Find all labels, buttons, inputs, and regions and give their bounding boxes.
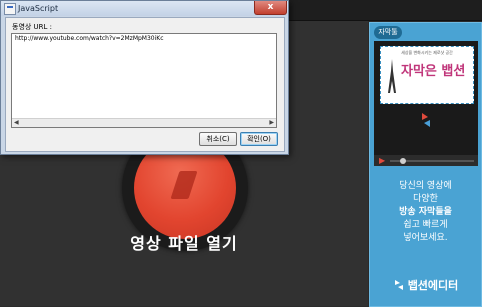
- url-input-value: http://www.youtube.com/watch?v=2MzMpM30i…: [15, 35, 164, 42]
- ad-copy-line: 당신의 영상에: [399, 181, 452, 191]
- vapshion-logo-icon: [422, 113, 430, 127]
- ad-preview-card: 세상을 변화시키는 제로샷 공간 자막은 뱁션: [380, 46, 474, 104]
- url-label: 동영상 URL :: [12, 23, 53, 31]
- window-icon: [4, 3, 16, 15]
- dialog-titlebar[interactable]: JavaScript x: [1, 1, 288, 16]
- open-video-label[interactable]: 영상 파일 열기: [0, 230, 368, 254]
- url-input[interactable]: http://www.youtube.com/watch?v=2MzMpM30i…: [11, 33, 277, 128]
- dialog-title: JavaScript: [18, 4, 59, 13]
- ad-copy-line: 방송 자막들을: [399, 207, 452, 217]
- ad-seek-knob: [400, 158, 406, 164]
- close-button[interactable]: x: [254, 1, 287, 15]
- ad-copy-line: 넣어보세요.: [403, 233, 448, 243]
- ad-banner[interactable]: 자막툴 세상을 변화시키는 제로샷 공간 자막은 뱁션 ▶ 당신의 영상에 다양: [369, 22, 482, 307]
- brand-logo-icon: [394, 280, 403, 290]
- ad-preview-title: 자막은 뱁션: [401, 64, 466, 79]
- horizontal-scrollbar[interactable]: ◀ ▶: [12, 118, 276, 127]
- scroll-left-icon[interactable]: ◀: [14, 119, 19, 127]
- ad-brand-name: 뱁션에디터: [407, 279, 459, 292]
- play-icon: ▶: [379, 156, 386, 165]
- javascript-dialog: JavaScript x 동영상 URL : http://www.youtub…: [0, 0, 289, 155]
- cancel-button[interactable]: 취소(C): [199, 132, 237, 146]
- ad-player-controls: ▶: [374, 155, 478, 166]
- ad-copy: 당신의 영상에 다양한 방송 자막들을 쉽고 빠르게 넣어보세요.: [370, 180, 481, 245]
- ad-panel: 자막툴 세상을 변화시키는 제로샷 공간 자막은 뱁션 ▶ 당신의 영상에 다양: [368, 21, 482, 307]
- ad-preview-caption: 세상을 변화시키는 제로샷 공간: [401, 50, 453, 55]
- ad-copy-line: 쉽고 빠르게: [403, 220, 448, 230]
- ad-copy-line: 다양한: [413, 194, 438, 204]
- ad-badge: 자막툴: [374, 26, 402, 39]
- video-icon: [170, 171, 198, 199]
- ad-video-preview: 세상을 변화시키는 제로샷 공간 자막은 뱁션 ▶: [374, 41, 478, 166]
- ad-brand: 뱁션에디터: [370, 277, 481, 293]
- dialog-body: 동영상 URL : http://www.youtube.com/watch?v…: [5, 17, 285, 152]
- ok-button[interactable]: 확인(O): [240, 132, 278, 146]
- eiffel-tower-icon: [388, 59, 396, 93]
- scroll-right-icon[interactable]: ▶: [269, 119, 274, 127]
